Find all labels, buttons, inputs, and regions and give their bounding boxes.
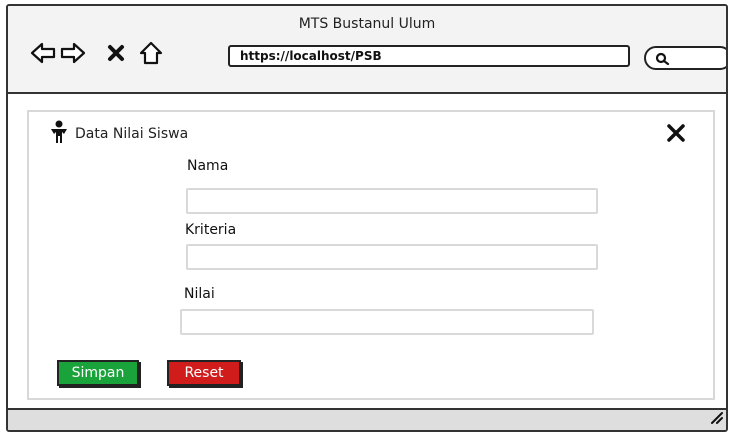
browser-toolbar: MTS Bustanul Ulum https://localhost/PSB bbox=[8, 6, 726, 94]
nama-input[interactable] bbox=[186, 188, 598, 214]
person-icon bbox=[49, 120, 69, 148]
nama-label: Nama bbox=[187, 158, 229, 174]
close-icon[interactable] bbox=[665, 122, 687, 144]
arrow-left-icon[interactable] bbox=[30, 40, 56, 66]
form-title: Data Nilai Siswa bbox=[75, 126, 189, 142]
home-icon[interactable] bbox=[138, 40, 164, 66]
nilai-input[interactable] bbox=[180, 309, 594, 335]
browser-window: MTS Bustanul Ulum https://localhost/PSB bbox=[6, 4, 728, 432]
window-title: MTS Bustanul Ulum bbox=[298, 16, 436, 32]
reset-button[interactable]: Reset bbox=[167, 360, 241, 386]
arrow-right-icon[interactable] bbox=[60, 40, 86, 66]
form-panel: Data Nilai Siswa Nama Kriteria Nilai Sim… bbox=[27, 110, 715, 400]
status-bar bbox=[8, 408, 726, 430]
search-icon bbox=[655, 51, 671, 70]
url-bar[interactable]: https://localhost/PSB bbox=[228, 45, 630, 67]
stop-icon[interactable] bbox=[104, 40, 128, 66]
resize-handle-icon[interactable] bbox=[708, 409, 724, 428]
page-content: Data Nilai Siswa Nama Kriteria Nilai Sim… bbox=[8, 94, 726, 410]
form-header: Data Nilai Siswa bbox=[49, 120, 188, 148]
nilai-label: Nilai bbox=[184, 286, 215, 302]
save-button[interactable]: Simpan bbox=[57, 360, 139, 386]
kriteria-label: Kriteria bbox=[185, 222, 237, 238]
search-field[interactable] bbox=[644, 46, 726, 70]
kriteria-input[interactable] bbox=[186, 244, 598, 270]
